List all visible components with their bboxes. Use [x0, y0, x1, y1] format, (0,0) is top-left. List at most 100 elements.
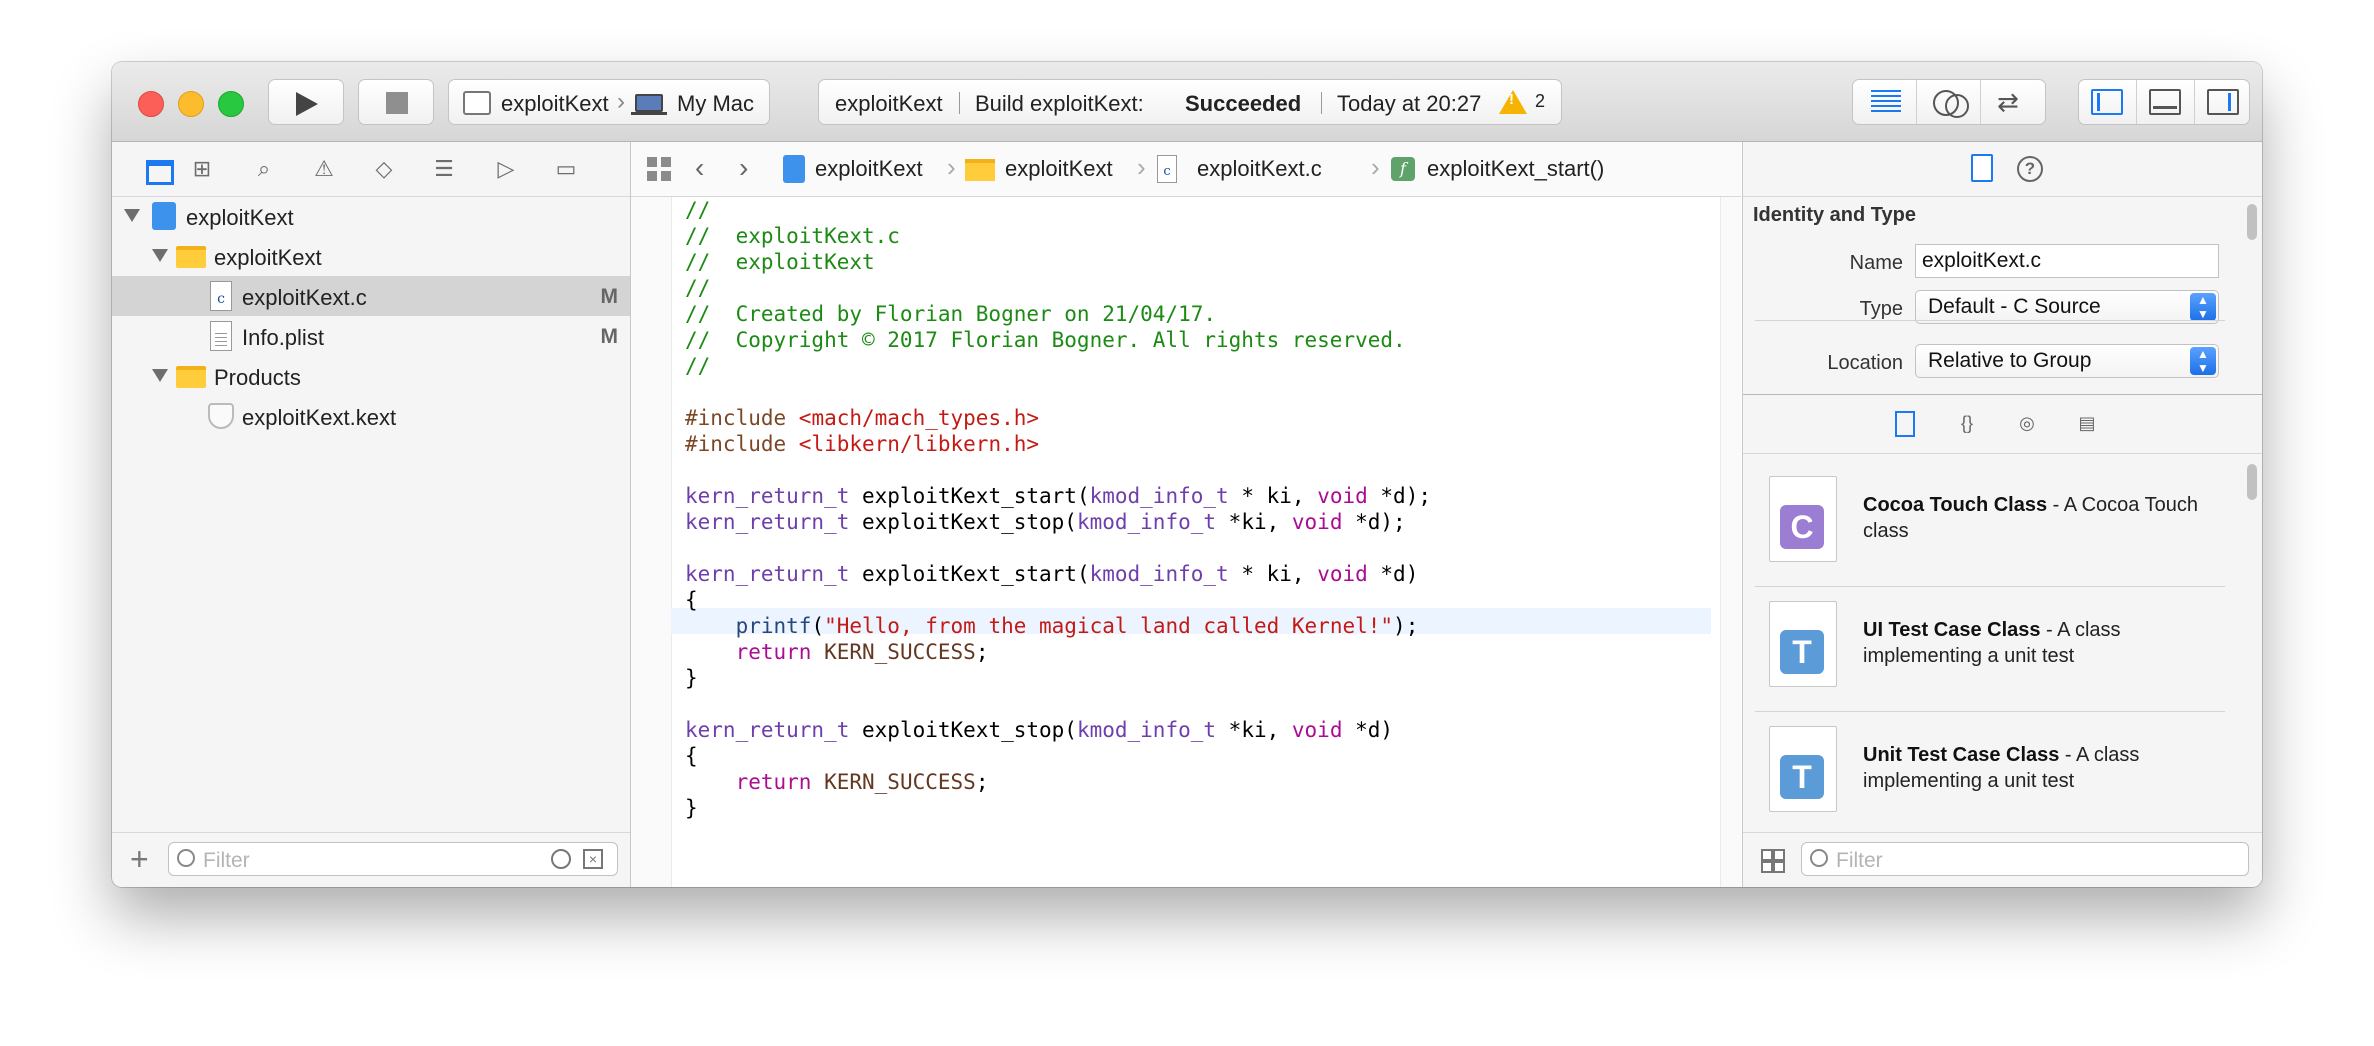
select-stepper-icon: ▲ ▼: [2190, 293, 2216, 321]
breadcrumb-group[interactable]: exploitKext: [1005, 156, 1113, 182]
name-field[interactable]: exploitKext.c: [1915, 244, 2219, 278]
debug-navigator-icon[interactable]: ☰: [430, 156, 458, 182]
media-library-icon[interactable]: ▤: [2075, 411, 2099, 437]
file-template-library-icon[interactable]: [1895, 411, 1915, 437]
folder-icon: [176, 246, 206, 268]
report-navigator-icon[interactable]: ▭: [552, 156, 580, 182]
tree-item-label: exploitKext: [186, 205, 294, 230]
file-inspector-icon[interactable]: [1971, 154, 1993, 182]
library-tabs: {} ◎ ▤: [1743, 394, 2262, 454]
toolbar: exploitKext › My Mac exploitKext Build e…: [112, 62, 2262, 142]
section-title: Identity and Type: [1753, 204, 1916, 226]
source-editor: ‹ › exploitKext › exploitKext › c exploi…: [631, 142, 1741, 887]
run-button[interactable]: [268, 79, 344, 125]
folder-icon: [965, 159, 995, 181]
navigator-panel-icon: [2091, 89, 2123, 115]
library-item[interactable]: C Cocoa Touch Class - A Cocoa Touch clas…: [1755, 462, 2225, 587]
code-line: {: [685, 588, 698, 612]
tree-item-label: exploitKext.kext: [242, 405, 397, 430]
toggle-navigator-button[interactable]: [2079, 80, 2137, 124]
tree-item-project[interactable]: exploitKext: [112, 196, 630, 236]
kext-bundle-icon: [208, 403, 234, 429]
toggle-debug-area-button[interactable]: [2137, 80, 2195, 124]
disclosure-triangle-icon[interactable]: [152, 249, 168, 262]
utilities-panel-icon: [2207, 89, 2239, 115]
navigator-filter-input[interactable]: Filter ×: [168, 842, 618, 876]
object-library-icon[interactable]: ◎: [2015, 411, 2039, 437]
library-item[interactable]: T Unit Test Case Class - A class impleme…: [1755, 712, 2225, 822]
scheme-device: My Mac: [677, 91, 754, 116]
scheme-target: exploitKext: [501, 91, 609, 116]
scm-status-badge: M: [600, 285, 619, 308]
code-line: // exploitKext: [685, 250, 875, 274]
tree-item-plist[interactable]: Info.plist M: [112, 316, 630, 356]
editor-mode-segmented: ⇄: [1852, 79, 2046, 125]
inspector-tabs: ?: [1743, 142, 2262, 197]
code-line: // Created by Florian Bogner on 21/04/17…: [685, 302, 1217, 326]
zoom-window-button[interactable]: [218, 91, 244, 117]
plist-file-icon: [210, 321, 232, 351]
scheme-selector[interactable]: exploitKext › My Mac: [448, 79, 770, 125]
location-select[interactable]: Relative to Group ▲ ▼: [1915, 344, 2219, 378]
code-line: }: [685, 796, 698, 820]
related-items-icon[interactable]: [647, 157, 671, 181]
template-badge: C: [1780, 505, 1824, 549]
code-line: {: [685, 744, 698, 768]
version-editor-button[interactable]: ⇄: [1981, 80, 2045, 124]
project-navigator-icon[interactable]: [146, 160, 174, 185]
breadcrumb-project[interactable]: exploitKext: [815, 156, 923, 182]
forward-arrow-icon[interactable]: ›: [739, 152, 748, 184]
utilities-inspector: ? Identity and Type Name exploitKext.c T…: [1742, 142, 2262, 887]
issue-navigator-icon[interactable]: ⚠: [310, 156, 338, 182]
library-scrollbar[interactable]: [2247, 464, 2257, 500]
tree-item-source-file[interactable]: c exploitKext.c M: [112, 276, 630, 316]
project-navigator: ⊞ ⌕ ⚠ ◇ ☰ ▷ ▭ exploitKext exploitKext c …: [112, 142, 631, 887]
recent-files-icon[interactable]: [551, 849, 571, 869]
stop-button[interactable]: [358, 79, 434, 125]
add-icon[interactable]: +: [130, 841, 149, 878]
symbol-navigator-icon[interactable]: ⊞: [188, 156, 216, 182]
grid-view-icon[interactable]: [1761, 849, 1785, 873]
editor-scrollbar[interactable]: [1720, 197, 1741, 887]
template-file-icon: C: [1769, 476, 1837, 562]
close-window-button[interactable]: [138, 91, 164, 117]
minimize-window-button[interactable]: [178, 91, 204, 117]
breadcrumb-function[interactable]: exploitKext_start(): [1427, 156, 1604, 182]
code-snippet-library-icon[interactable]: {}: [1955, 411, 1979, 437]
disclosure-triangle-icon[interactable]: [124, 209, 140, 222]
library-item[interactable]: T UI Test Case Class - A class implement…: [1755, 587, 2225, 712]
tree-item-kext[interactable]: exploitKext.kext: [112, 396, 630, 436]
assistant-editor-button[interactable]: [1917, 80, 1981, 124]
breadcrumb-file[interactable]: exploitKext.c: [1197, 156, 1322, 182]
library-filter-input[interactable]: Filter: [1801, 842, 2249, 876]
inspector-scrollbar[interactable]: [2247, 204, 2257, 240]
test-navigator-icon[interactable]: ◇: [370, 156, 398, 182]
code-line: //: [685, 354, 711, 378]
code-line: printf("Hello, from the magical land cal…: [735, 614, 1419, 638]
tree-item-group[interactable]: exploitKext: [112, 236, 630, 276]
line-gutter[interactable]: [631, 197, 672, 887]
quick-help-icon[interactable]: ?: [2017, 156, 2043, 182]
location-value: Relative to Group: [1928, 349, 2092, 372]
find-navigator-icon[interactable]: ⌕: [250, 156, 278, 182]
tree-item-products[interactable]: Products: [112, 356, 630, 396]
function-icon: f: [1391, 157, 1415, 181]
code-line: return KERN_SUCCESS;: [735, 640, 989, 664]
debug-panel-icon: [2149, 89, 2181, 115]
back-arrow-icon[interactable]: ‹: [695, 152, 704, 184]
scm-filter-icon[interactable]: ×: [583, 849, 603, 869]
code-line: kern_return_t exploitKext_stop(kmod_info…: [685, 718, 1394, 742]
activity-status[interactable]: exploitKext Build exploitKext: Succeeded…: [818, 79, 1562, 125]
code-line: return KERN_SUCCESS;: [735, 770, 989, 794]
toggle-utilities-button[interactable]: [2195, 80, 2251, 124]
laptop-icon: [635, 94, 663, 112]
filter-icon: [177, 849, 195, 867]
xcode-project-icon: [152, 202, 176, 230]
chevron-right-icon: ›: [617, 88, 625, 115]
disclosure-triangle-icon[interactable]: [152, 369, 168, 382]
code-line: #include <libkern/libkern.h>: [685, 432, 1040, 456]
breakpoint-navigator-icon[interactable]: ▷: [492, 156, 520, 182]
standard-editor-button[interactable]: [1853, 80, 1917, 124]
code-area[interactable]: // // exploitKext.c // exploitKext // //…: [671, 197, 1721, 887]
type-select[interactable]: Default - C Source ▲ ▼: [1915, 290, 2219, 324]
